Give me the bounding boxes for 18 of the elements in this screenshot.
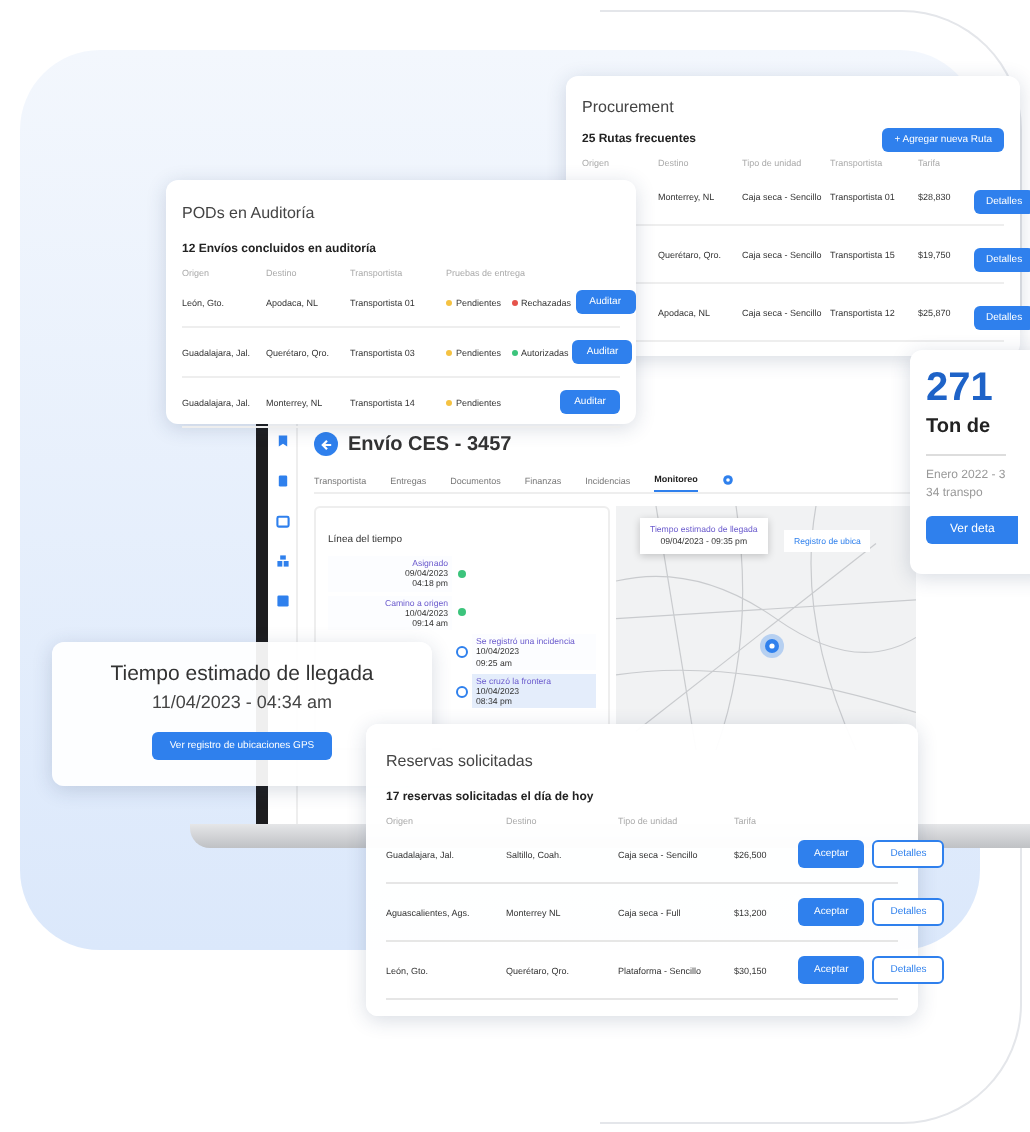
card-title: Reservas solicitadas xyxy=(386,752,533,770)
document-icon[interactable] xyxy=(275,474,289,488)
timeline-dot xyxy=(456,685,468,698)
eta-value: 11/04/2023 - 04:34 am xyxy=(152,692,332,712)
timeline-dot xyxy=(456,646,468,659)
timeline-dot xyxy=(458,569,466,578)
timeline-dot xyxy=(458,608,466,617)
kpi-value: 271 xyxy=(926,366,995,412)
eta-title: Tiempo estimado de llegada xyxy=(110,662,374,686)
card-title: PODs en Auditoría xyxy=(182,204,315,222)
bookmark-icon[interactable] xyxy=(275,434,289,448)
back-icon[interactable] xyxy=(314,432,338,456)
card-title: Procurement xyxy=(582,98,674,116)
shipment-title: Envío CES - 3457 xyxy=(348,433,512,455)
location-pin-icon xyxy=(760,634,784,658)
settings-icon[interactable] xyxy=(721,474,734,486)
boxes-icon[interactable] xyxy=(275,554,289,568)
kpi-label: Ton de xyxy=(926,416,993,438)
